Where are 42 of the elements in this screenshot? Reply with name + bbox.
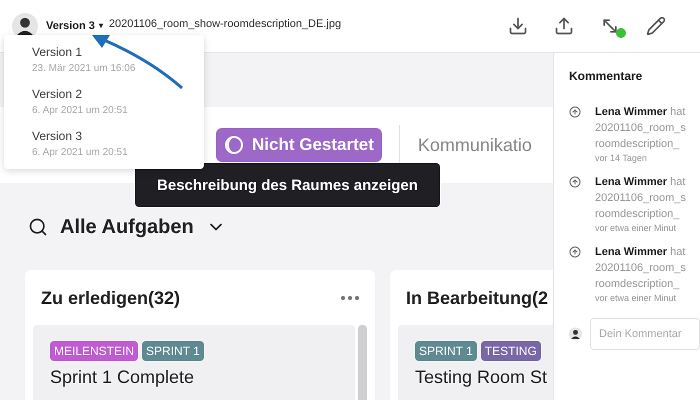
tooltip: Beschreibung des Raumes anzeigen — [135, 163, 440, 207]
upload-icon — [554, 16, 574, 36]
column-title: In Bearbeitung(2 — [406, 286, 548, 310]
upload-icon — [569, 246, 581, 258]
comment-text: 20201106_room_s — [595, 261, 686, 276]
task-card[interactable]: SPRINT 1 TESTING Testing Room St — [398, 325, 553, 400]
comment-time: vor etwa einer Minut — [595, 292, 678, 304]
tag: SPRINT 1 — [415, 341, 477, 361]
download-icon — [508, 16, 528, 36]
file-name: 20201106_room_show-roomdescription_DE.jpg — [108, 17, 342, 31]
status-button[interactable]: Nicht Gestartet — [216, 128, 382, 162]
upload-icon — [569, 176, 581, 188]
comment-input[interactable]: Dein Kommentar — [590, 318, 700, 350]
version-item[interactable]: Version 2 6. Apr 2021 um 20:51 — [4, 81, 204, 123]
filter-title[interactable]: Alle Aufgaben — [60, 212, 194, 242]
version-item[interactable]: Version 1 23. Mär 2021 um 16:06 — [4, 39, 204, 81]
version-item[interactable]: Version 3 6. Apr 2021 um 20:51 — [4, 123, 204, 165]
panel-title: Kommentare — [569, 68, 644, 85]
comment-text: Lena Wimmer hat — [595, 105, 686, 120]
more-icon[interactable] — [341, 296, 359, 300]
version-button[interactable]: Version 3 ▾ — [46, 18, 103, 34]
tag: SPRINT 1 — [142, 341, 204, 361]
column-title: Zu erledigen(32) — [41, 286, 180, 310]
tag: MEILENSTEIN — [50, 341, 138, 361]
comment-text: roomdescription_ — [595, 137, 680, 152]
tab[interactable]: Kommunikatio — [418, 132, 532, 158]
comment-time: vor 14 Tagen — [595, 152, 648, 164]
comment-text: 20201106_room_s — [595, 191, 686, 206]
comment-time: vor etwa einer Minut — [595, 222, 678, 234]
upload-icon — [569, 106, 581, 118]
pencil-icon — [646, 16, 666, 36]
search-icon — [28, 217, 48, 237]
comment-text: Lena Wimmer hat — [595, 245, 686, 260]
card-title: Testing Room St — [415, 366, 548, 389]
comment-text: 20201106_room_s — [595, 121, 686, 136]
comment-text: Lena Wimmer hat — [595, 175, 686, 190]
task-card[interactable]: MEILENSTEIN SPRINT 1 Sprint 1 Complete — [33, 325, 356, 400]
moon-icon — [224, 135, 244, 155]
tag: TESTING — [480, 341, 541, 361]
comment-text: roomdescription_ — [595, 207, 680, 222]
comment-text: roomdescription_ — [595, 277, 680, 292]
card-title: Sprint 1 Complete — [50, 366, 196, 389]
